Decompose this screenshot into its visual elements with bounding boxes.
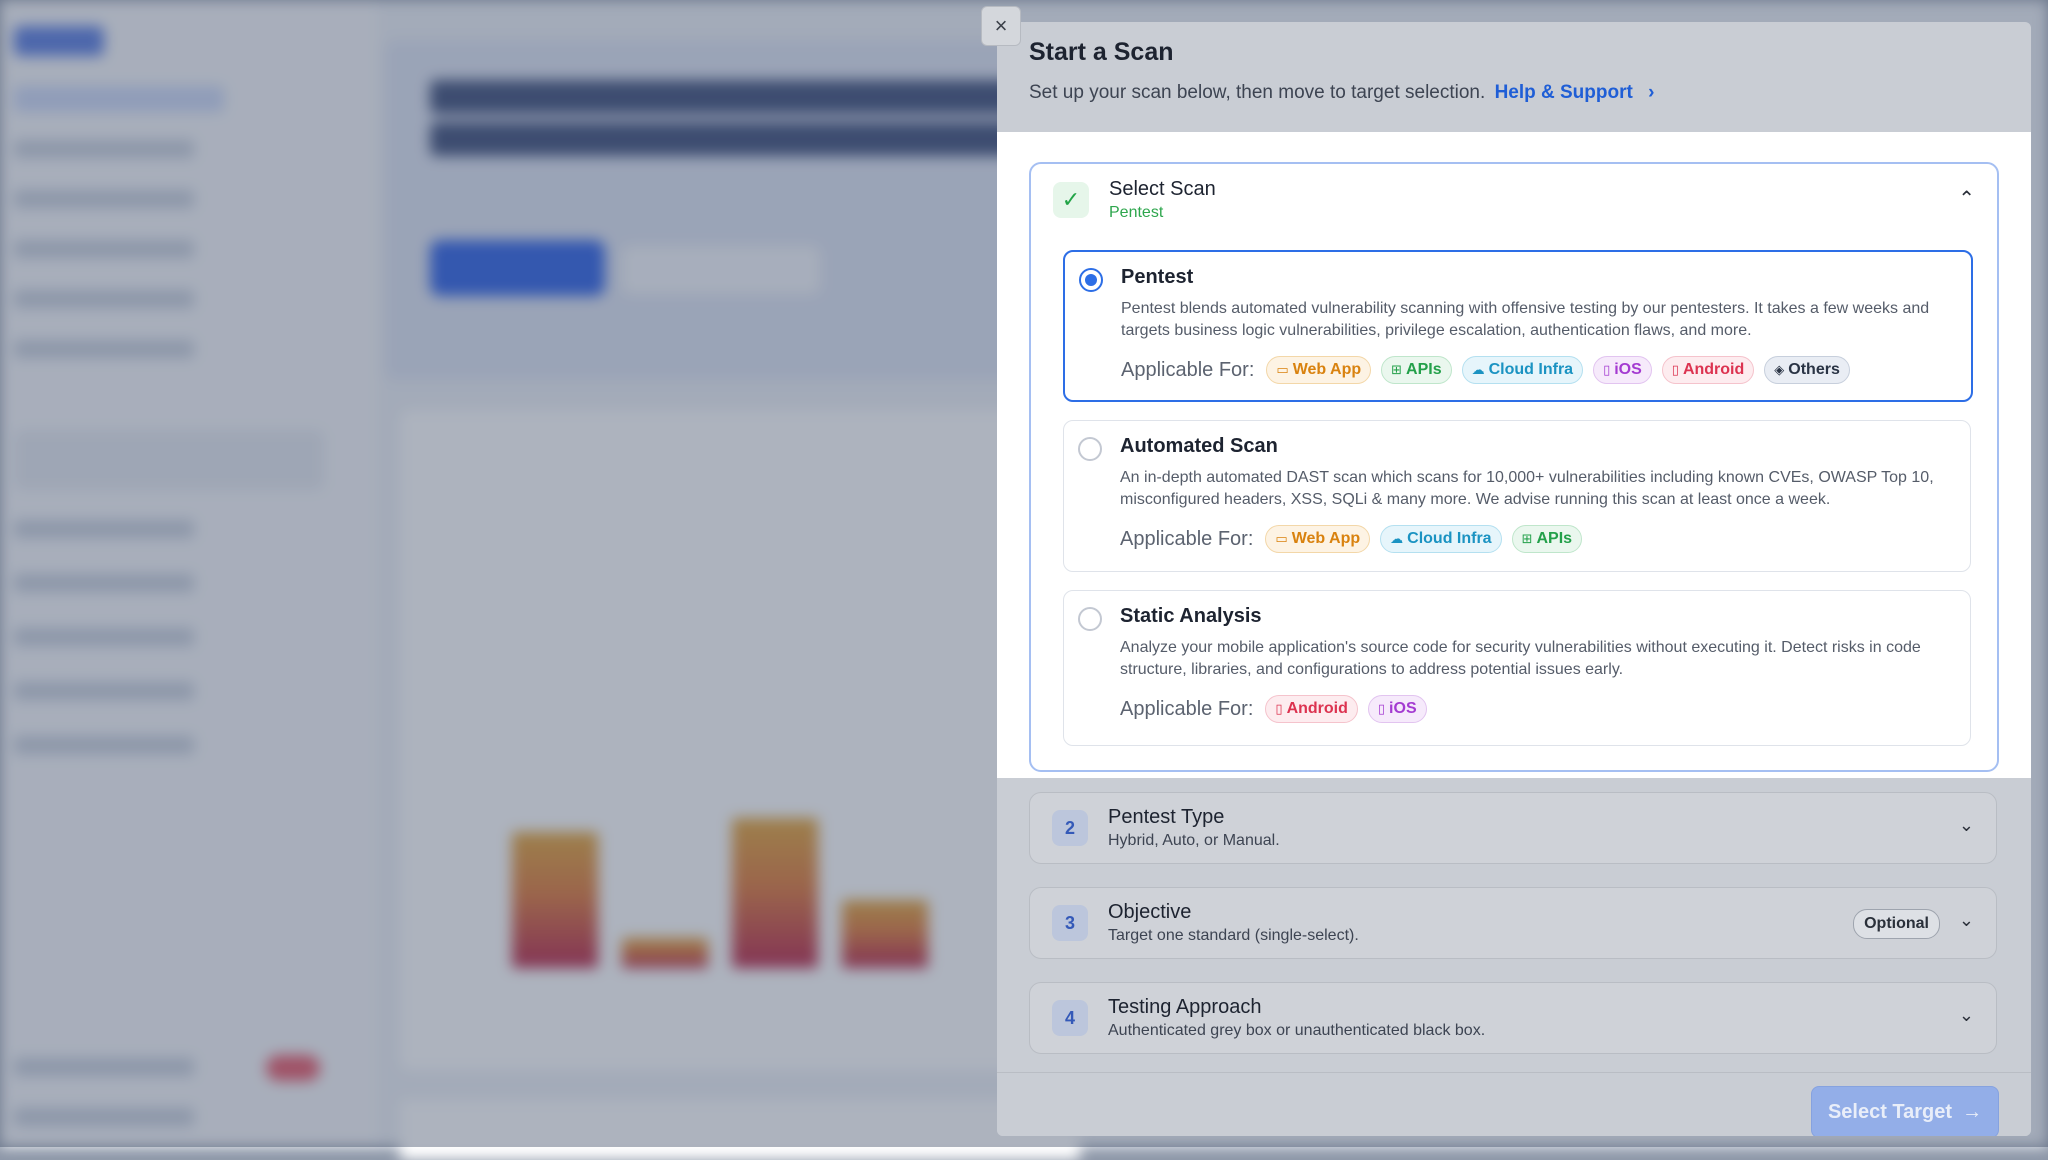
applicable-for-label: Applicable For:	[1120, 697, 1254, 720]
close-icon-glyph: ×	[994, 13, 1008, 38]
phone-icon: ▯	[1603, 362, 1611, 377]
tag-android: ▯ Android	[1265, 695, 1358, 723]
chevron-down-icon[interactable]: ⌄	[1959, 910, 1974, 931]
arrow-right-icon: →	[1962, 1100, 1983, 1123]
applicable-for-row: Applicable For: ▯ Android ▯ iOS	[1120, 695, 1427, 723]
modal-title: Start a Scan	[1029, 38, 1174, 66]
select-target-button[interactable]: Select Target →	[1811, 1086, 1999, 1136]
option-description: Analyze your mobile application's source…	[1120, 639, 1921, 678]
tag-others: ◈ Others	[1764, 356, 1850, 384]
network-icon: ⊞	[1391, 362, 1403, 377]
cloud-upload-icon: ☁	[1390, 531, 1404, 546]
tag-android: ▯ Android	[1661, 356, 1755, 384]
select-scan-title[interactable]: Select Scan	[1109, 178, 1216, 201]
step-title: Testing Approach	[1108, 996, 1262, 1018]
scan-option-static-analysis[interactable]: Static Analysis Analyze your mobile appl…	[1063, 590, 1971, 746]
start-scan-modal: Start a Scan Set up your scan below, the…	[997, 22, 2031, 1136]
step-subtitle: Hybrid, Auto, or Manual.	[1108, 832, 1280, 849]
select-target-label: Select Target	[1827, 1100, 1953, 1123]
modal-subtitle-text: Set up your scan below, then move to tar…	[1029, 82, 1486, 103]
step-objective[interactable]: 3 Objective Target one standard (single-…	[1029, 887, 1997, 959]
phone-icon: ▯	[1275, 701, 1283, 716]
radio-automated-scan[interactable]	[1078, 437, 1102, 461]
tag-label: Android	[1682, 361, 1745, 378]
help-support-link[interactable]: Help & Support	[1495, 82, 1633, 103]
radio-pentest[interactable]	[1079, 268, 1103, 292]
tag-label: APIs	[1536, 530, 1573, 547]
option-description: Pentest blends automated vulnerability s…	[1121, 300, 1930, 339]
tag-ios: ▯ iOS	[1593, 356, 1652, 384]
monitor-icon: ▭	[1276, 362, 1289, 377]
tag-web-app: ▭ Web App	[1265, 525, 1371, 553]
tag-label: Cloud Infra	[1488, 361, 1574, 378]
applicable-for-row: Applicable For: ▭ Web App ☁ Cloud Infra ⊞ A…	[1120, 525, 1583, 553]
layers-icon: ◈	[1774, 362, 1785, 377]
tag-label: Web App	[1292, 361, 1362, 378]
tag-apis: ⊞ APIs	[1381, 356, 1452, 384]
step-number: 3	[1052, 905, 1088, 941]
step-number: 4	[1052, 1000, 1088, 1036]
option-title: Static Analysis	[1120, 605, 1262, 627]
tag-label: Web App	[1291, 530, 1361, 547]
step-testing-approach[interactable]: 4 Testing Approach Authenticated grey bo…	[1029, 982, 1997, 1054]
chevron-right-icon[interactable]: ›	[1648, 82, 1654, 103]
applicable-for-label: Applicable For:	[1121, 358, 1255, 381]
applicable-for-row: Applicable For: ▭ Web App ⊞ APIs ☁ Cloud In…	[1121, 356, 1850, 384]
cloud-upload-icon: ☁	[1471, 362, 1485, 377]
tag-label: APIs	[1406, 361, 1442, 378]
tag-label: Android	[1286, 700, 1348, 717]
tag-label: Cloud Infra	[1407, 530, 1492, 547]
select-scan-step: ✓ Select Scan Pentest ⌃ Pentest Pentest …	[1029, 162, 1999, 772]
step-number: 2	[1052, 810, 1088, 846]
modal-header: Start a Scan Set up your scan below, the…	[997, 22, 2031, 132]
tag-web-app: ▭ Web App	[1266, 356, 1372, 384]
chevron-down-icon[interactable]: ⌄	[1959, 815, 1974, 836]
step-subtitle: Authenticated grey box or unauthenticate…	[1108, 1022, 1486, 1039]
step-title: Pentest Type	[1108, 806, 1225, 828]
modal-footer: Select Target →	[997, 1072, 2031, 1136]
modal-subtitle: Set up your scan below, then move to tar…	[1029, 82, 1654, 104]
scan-option-automated[interactable]: Automated Scan An in-depth automated DAS…	[1063, 420, 1971, 572]
option-title: Pentest	[1121, 266, 1194, 288]
radio-static-analysis[interactable]	[1078, 607, 1102, 631]
scan-option-pentest[interactable]: Pentest Pentest blends automated vulnera…	[1063, 250, 1973, 402]
applicable-for-label: Applicable For:	[1120, 527, 1254, 550]
optional-badge: Optional	[1853, 909, 1940, 939]
select-scan-selected-value: Pentest	[1109, 204, 1164, 221]
option-description: An in-depth automated DAST scan which sc…	[1120, 469, 1934, 508]
phone-icon: ▯	[1671, 362, 1679, 377]
close-icon[interactable]: ×	[981, 6, 1021, 46]
chevron-up-icon[interactable]: ⌃	[1958, 186, 1975, 211]
tag-label: Others	[1788, 361, 1840, 378]
tag-apis: ⊞ APIs	[1511, 525, 1583, 553]
step-title: Objective	[1108, 901, 1192, 923]
step-subtitle: Target one standard (single-select).	[1108, 927, 1359, 944]
tag-ios: ▯ iOS	[1367, 695, 1427, 723]
monitor-icon: ▭	[1275, 531, 1288, 546]
tag-cloud-infra: ☁ Cloud Infra	[1380, 525, 1502, 553]
tag-label: iOS	[1389, 700, 1417, 717]
phone-icon: ▯	[1377, 701, 1386, 716]
network-icon: ⊞	[1521, 531, 1533, 546]
tag-cloud-infra: ☁ Cloud Infra	[1461, 356, 1584, 384]
chevron-down-icon[interactable]: ⌄	[1959, 1005, 1974, 1026]
tag-label: iOS	[1614, 361, 1642, 378]
step-pentest-type[interactable]: 2 Pentest Type Hybrid, Auto, or Manual. …	[1029, 792, 1997, 864]
option-title: Automated Scan	[1120, 435, 1278, 457]
select-scan-panel: ✓ Select Scan Pentest ⌃ Pentest Pentest …	[997, 132, 2031, 778]
check-icon: ✓	[1053, 182, 1089, 218]
